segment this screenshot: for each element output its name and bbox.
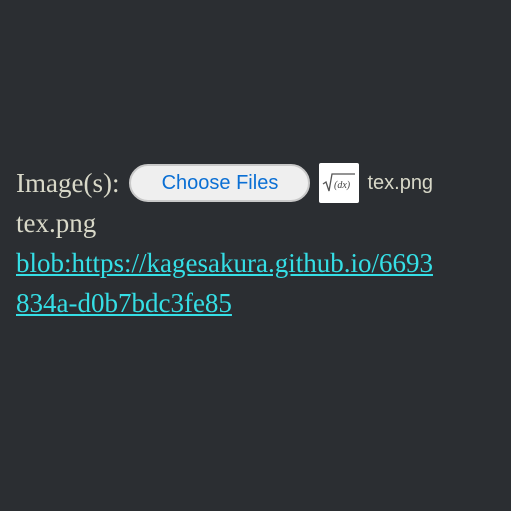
svg-text:(dx): (dx) [334,180,351,191]
selected-file-name: tex.png [367,171,434,194]
formula-thumbnail-icon: (dx) [319,163,360,203]
choose-files-button[interactable]: Choose Files [129,164,311,202]
blob-url-text: blob:https://kagesakura.github.io/6693 [16,248,433,278]
file-input-row: Image(s): Choose Files (dx) tex.png [16,163,511,203]
page-content: Image(s): Choose Files (dx) tex.png tex.… [16,163,511,323]
output-file-name: tex.png [16,208,97,238]
blob-url-link[interactable]: blob:https://kagesakura.github.io/6693 83… [16,243,511,323]
images-label: Image(s): [16,168,120,198]
blob-url-text-cont: 834a-d0b7bdc3fe85 [16,288,232,318]
